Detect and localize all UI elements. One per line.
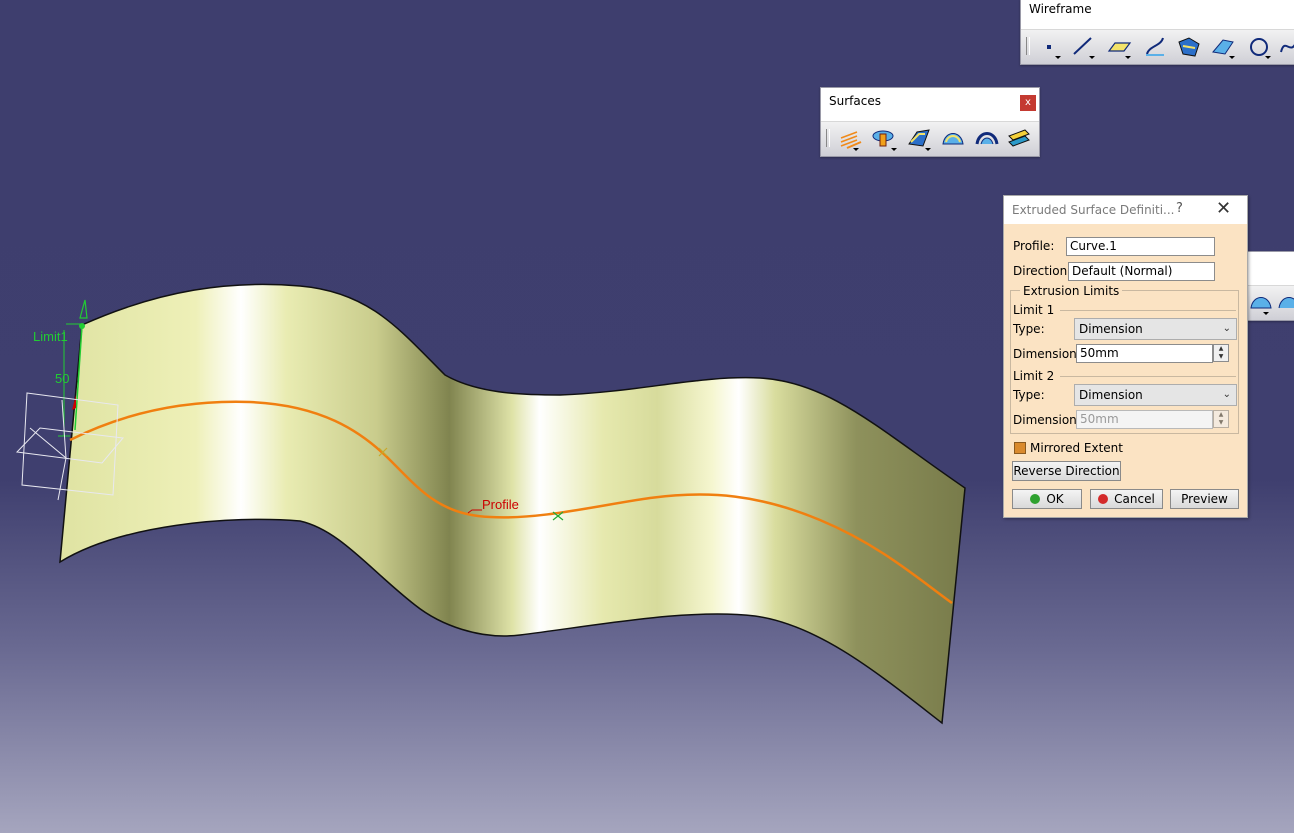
ok-button[interactable]: OK bbox=[1012, 489, 1082, 509]
toolbar-grip[interactable] bbox=[826, 129, 830, 147]
surfaces-toolbar-title: Surfaces bbox=[829, 94, 881, 108]
limit2-header: Limit 2 bbox=[1013, 369, 1055, 383]
toolbar-grip[interactable] bbox=[1026, 37, 1030, 55]
projection-icon[interactable] bbox=[1141, 34, 1169, 60]
cancel-icon bbox=[1098, 494, 1109, 504]
limit2-dimension-spinner: ▲ ▼ bbox=[1213, 410, 1229, 428]
spin-down-icon: ▼ bbox=[1218, 419, 1224, 426]
mirrored-extent-checkbox[interactable] bbox=[1014, 442, 1026, 454]
dimension-label[interactable]: 50 bbox=[55, 371, 69, 386]
limit1-type-label: Type: bbox=[1013, 322, 1045, 336]
spin-up-icon[interactable]: ▲ bbox=[1214, 345, 1228, 353]
wireframe-toolbar-title: Wireframe bbox=[1029, 2, 1092, 16]
dialog-title: Extruded Surface Definiti... bbox=[1012, 203, 1175, 217]
cancel-button[interactable]: Cancel bbox=[1090, 489, 1163, 509]
mirrored-extent-label: Mirrored Extent bbox=[1030, 441, 1123, 455]
dialog-titlebar[interactable]: Extruded Surface Definiti... ? ✕ bbox=[1004, 196, 1247, 224]
limit1-type-select[interactable]: Dimension ⌄ bbox=[1074, 318, 1237, 340]
chevron-down-icon: ⌄ bbox=[1222, 323, 1231, 334]
sweep-icon[interactable] bbox=[939, 126, 967, 152]
spin-down-icon[interactable]: ▼ bbox=[1214, 353, 1228, 361]
direction-field[interactable]: Default (Normal) bbox=[1068, 262, 1215, 281]
limit2-type-label: Type: bbox=[1013, 388, 1045, 402]
limit1-dimension-field[interactable]: 50mm bbox=[1076, 344, 1213, 363]
surfaces-toolbar-close-button[interactable]: x bbox=[1020, 95, 1036, 111]
cancel-label: Cancel bbox=[1114, 492, 1155, 506]
limit-label[interactable]: Limit1 bbox=[33, 329, 68, 344]
extruded-surface-dialog[interactable]: Extruded Surface Definiti... ? ✕ Profile… bbox=[1003, 195, 1248, 518]
surfaces-toolbar[interactable]: Surfaces x bbox=[820, 87, 1040, 157]
plane-icon[interactable] bbox=[1105, 34, 1133, 60]
extrusion-limits-label: Extrusion Limits bbox=[1020, 284, 1123, 298]
limit1-dimension-spinner[interactable]: ▲ ▼ bbox=[1213, 344, 1229, 362]
limit2-dimension-field: 50mm bbox=[1076, 410, 1213, 429]
limit1-separator bbox=[1060, 310, 1236, 311]
limit2-type-select[interactable]: Dimension ⌄ bbox=[1074, 384, 1237, 406]
limit2-type-value: Dimension bbox=[1079, 388, 1143, 402]
direction-label: Direction: bbox=[1013, 264, 1072, 278]
revolve-icon[interactable] bbox=[1275, 290, 1294, 316]
preview-button[interactable]: Preview bbox=[1170, 489, 1239, 509]
point-icon[interactable] bbox=[1035, 34, 1063, 60]
spin-up-icon: ▲ bbox=[1218, 411, 1224, 418]
reverse-direction-button[interactable]: Reverse Direction bbox=[1012, 461, 1121, 481]
spline-icon[interactable] bbox=[1277, 34, 1294, 60]
sweep-icon[interactable] bbox=[1247, 290, 1275, 316]
wireframe-toolbar[interactable]: Wireframe bbox=[1020, 0, 1294, 65]
profile-field[interactable]: Curve.1 bbox=[1066, 237, 1215, 256]
blend-icon[interactable] bbox=[1005, 126, 1033, 152]
circle-icon[interactable] bbox=[1245, 34, 1273, 60]
intersection-icon[interactable] bbox=[1175, 34, 1203, 60]
limit1-type-value: Dimension bbox=[1079, 322, 1143, 336]
limit2-separator bbox=[1060, 376, 1236, 377]
close-button[interactable]: ✕ bbox=[1216, 198, 1231, 219]
offset-surface-icon[interactable] bbox=[905, 126, 933, 152]
ok-label: OK bbox=[1046, 492, 1064, 506]
surfaces-toolbar-strip bbox=[821, 121, 1039, 156]
profile-label: Profile: bbox=[1013, 239, 1055, 253]
offset-icon[interactable] bbox=[1209, 34, 1237, 60]
limit1-header: Limit 1 bbox=[1013, 303, 1055, 317]
wireframe-toolbar-strip bbox=[1021, 29, 1294, 64]
line-icon[interactable] bbox=[1069, 34, 1097, 60]
limit1-dimension-label: Dimension: bbox=[1013, 347, 1081, 361]
ok-icon bbox=[1030, 494, 1041, 504]
fill-icon[interactable] bbox=[973, 126, 1001, 152]
chevron-down-icon: ⌄ bbox=[1222, 389, 1231, 400]
revolve-icon[interactable] bbox=[869, 126, 897, 152]
extrude-icon[interactable] bbox=[837, 126, 865, 152]
profile-label[interactable]: Profile bbox=[482, 497, 519, 512]
limit2-dimension-label: Dimension: bbox=[1013, 413, 1081, 427]
help-button[interactable]: ? bbox=[1176, 201, 1183, 216]
